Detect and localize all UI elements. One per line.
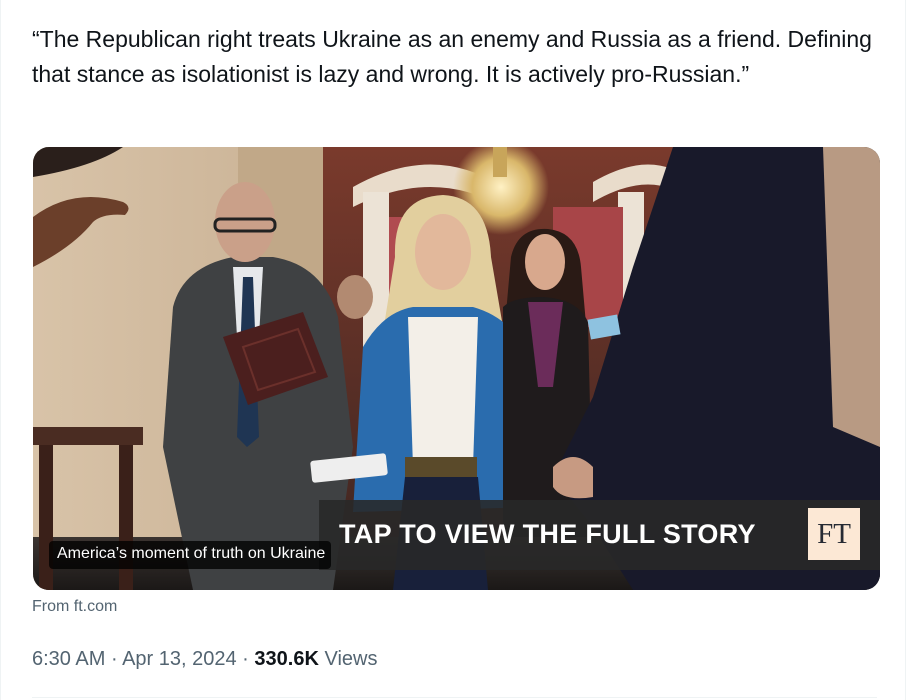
- card-title[interactable]: America’s moment of truth on Ukraine: [49, 541, 332, 569]
- meta-separator: ·: [242, 648, 249, 670]
- views-label: Views: [324, 648, 378, 670]
- tweet-meta: 6:30 AM · Apr 13, 2024 · 330.6K Views: [32, 648, 377, 671]
- card-source[interactable]: From ft.com: [32, 598, 117, 616]
- tweet-text: “The Republican right treats Ukraine as …: [32, 26, 879, 87]
- tap-to-view-banner[interactable]: TAP TO VIEW THE FULL STORY FT: [319, 500, 880, 570]
- tweet-detail: “The Republican right treats Ukraine as …: [0, 0, 906, 700]
- divider: [32, 697, 877, 698]
- meta-separator: ·: [110, 648, 118, 670]
- views-count: 330.6K: [254, 648, 319, 670]
- tweet-date[interactable]: Apr 13, 2024: [122, 648, 237, 670]
- ft-logo: FT: [808, 508, 860, 560]
- link-card[interactable]: TAP TO VIEW THE FULL STORY FT America’s …: [33, 147, 880, 590]
- tweet-time[interactable]: 6:30 AM: [32, 648, 105, 670]
- banner-text: TAP TO VIEW THE FULL STORY: [339, 519, 756, 549]
